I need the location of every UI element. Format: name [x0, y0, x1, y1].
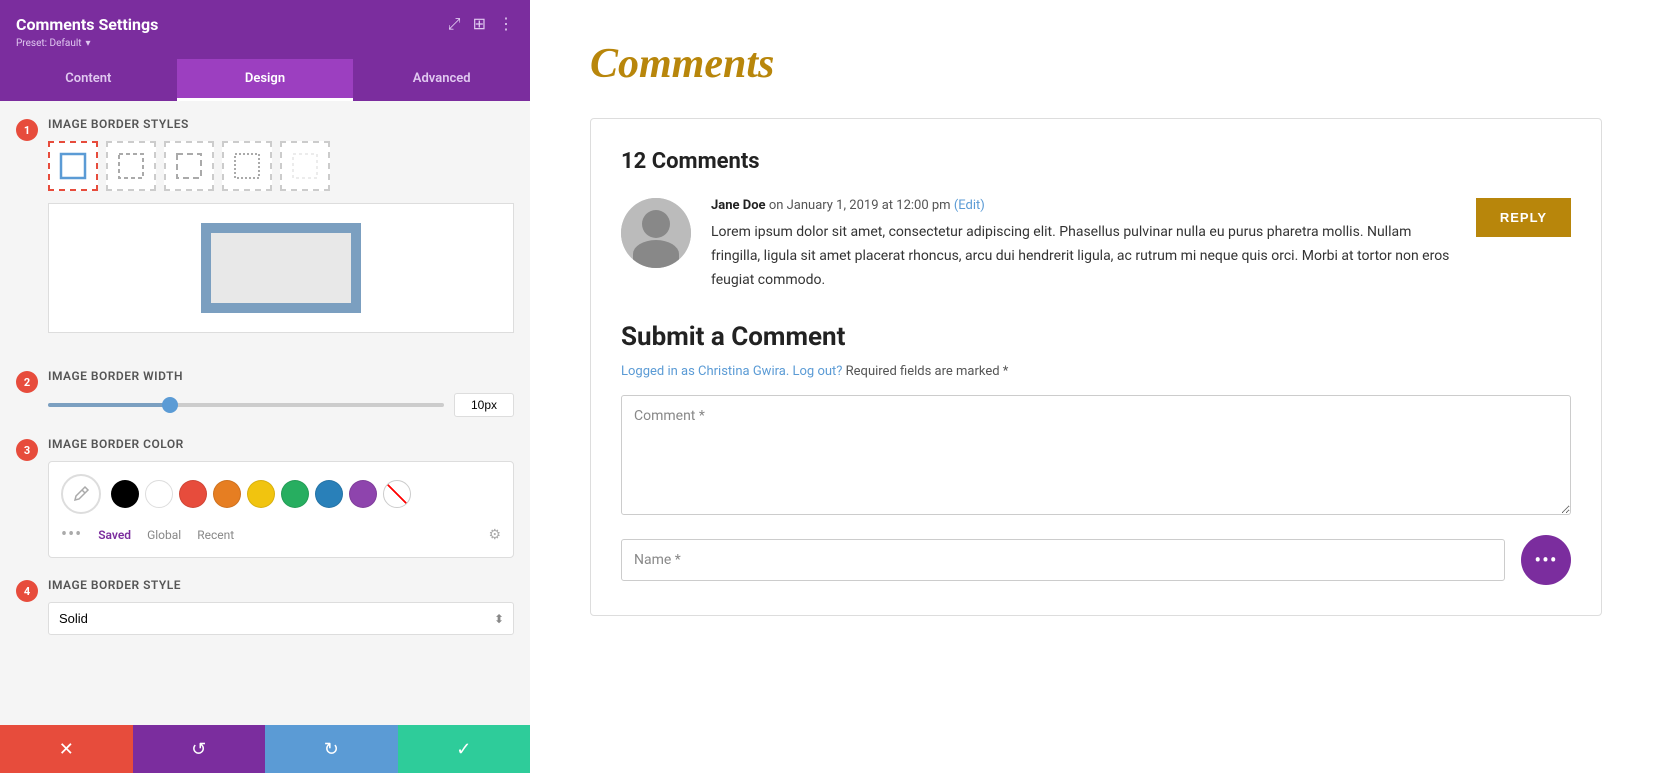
name-input-row: •••: [621, 535, 1571, 585]
color-tab-saved[interactable]: Saved: [98, 528, 131, 542]
color-picker: ••• Saved Global Recent ⚙: [48, 461, 514, 558]
logout-link[interactable]: Log out?: [793, 364, 843, 379]
border-color-section: 3 Image Border Color: [16, 437, 514, 558]
swatch-red[interactable]: [179, 480, 207, 508]
swatch-blue[interactable]: [315, 480, 343, 508]
border-width-slider-row: [48, 393, 514, 417]
reply-button[interactable]: REPLY: [1476, 198, 1571, 237]
color-gear-icon[interactable]: ⚙: [488, 527, 501, 543]
color-swatch-row: [61, 474, 501, 514]
border-styles-section: 1 Image Border Styles: [16, 117, 514, 349]
swatch-purple[interactable]: [349, 480, 377, 508]
color-tab-recent[interactable]: Recent: [197, 528, 234, 542]
logged-in-link[interactable]: Logged in as Christina Gwira.: [621, 364, 789, 379]
border-style-select[interactable]: Solid Dashed Dotted Double Groove Ridge …: [48, 602, 514, 635]
undo-button[interactable]: ↺: [133, 725, 266, 773]
submit-title: Submit a Comment: [621, 322, 1571, 352]
submit-comment-section: Submit a Comment Logged in as Christina …: [621, 322, 1571, 585]
avatar-silhouette: [621, 198, 691, 268]
border-preview: [48, 203, 514, 333]
panel-header-icons: ⤢ ⊞ ⋮: [448, 14, 514, 34]
border-style-section: 4 Image Border Style Solid Dashed Dotted…: [16, 578, 514, 635]
page-title: Comments: [590, 40, 1602, 88]
swatch-white[interactable]: [145, 480, 173, 508]
border-color-label: Image Border Color: [48, 437, 514, 451]
action-bar: ✕ ↺ ↻ ✓: [0, 725, 530, 773]
tab-content[interactable]: Content: [0, 59, 177, 101]
eyedropper-btn[interactable]: [61, 474, 101, 514]
border-style-label: Image Border Style: [48, 578, 514, 592]
dots-icon: •••: [1534, 548, 1557, 572]
border-style-solid[interactable]: [48, 141, 98, 191]
swatch-diagonal[interactable]: [383, 480, 411, 508]
comment-date: on January 1, 2019 at 12:00 pm: [769, 198, 951, 213]
comment-text: Lorem ipsum dolor sit amet, consectetur …: [711, 221, 1456, 292]
color-tab-global[interactable]: Global: [147, 528, 181, 542]
panel-header: Comments Settings ⤢ ⊞ ⋮ Preset: Default …: [0, 0, 530, 59]
color-swatches: [111, 480, 411, 508]
comment-meta: Jane Doe on January 1, 2019 at 12:00 pm …: [711, 198, 1456, 213]
tab-design[interactable]: Design: [177, 59, 354, 101]
color-more-dots[interactable]: •••: [61, 524, 82, 545]
border-style-dashed4[interactable]: [280, 141, 330, 191]
border-width-slider[interactable]: [48, 403, 444, 407]
tab-advanced[interactable]: Advanced: [353, 59, 530, 101]
section-number-4: 4: [16, 580, 38, 602]
columns-icon[interactable]: ⊞: [473, 14, 486, 34]
avatar: [621, 198, 691, 268]
settings-panel: Comments Settings ⤢ ⊞ ⋮ Preset: Default …: [0, 0, 530, 773]
preset-arrow[interactable]: ▾: [86, 38, 91, 49]
border-style-select-wrapper: Solid Dashed Dotted Double Groove Ridge …: [48, 602, 514, 635]
preview-image: [201, 223, 361, 313]
border-style-options: [48, 141, 514, 191]
border-styles-label: Image Border Styles: [48, 117, 514, 131]
border-style-dashed3[interactable]: [222, 141, 272, 191]
comment-item: Jane Doe on January 1, 2019 at 12:00 pm …: [621, 198, 1571, 292]
tabs-bar: Content Design Advanced: [0, 59, 530, 101]
border-style-dashed2[interactable]: [164, 141, 214, 191]
save-button[interactable]: ✓: [398, 725, 531, 773]
section-number-2: 2: [16, 371, 38, 393]
comment-body: Jane Doe on January 1, 2019 at 12:00 pm …: [711, 198, 1456, 292]
swatch-green[interactable]: [281, 480, 309, 508]
border-width-label: Image Border Width: [48, 369, 514, 383]
avatar-head: [642, 210, 670, 238]
expand-icon[interactable]: ⤢: [448, 14, 461, 34]
avatar-body: [633, 240, 679, 268]
comment-author: Jane Doe: [711, 198, 766, 213]
more-options-icon[interactable]: ⋮: [498, 14, 514, 34]
logged-in-text: Logged in as Christina Gwira. Log out? R…: [621, 364, 1571, 379]
required-notice: Required fields are marked *: [846, 364, 1009, 379]
border-style-dashed1[interactable]: [106, 141, 156, 191]
border-width-value[interactable]: [454, 393, 514, 417]
comments-container: 12 Comments Jane Doe on January 1, 2019 …: [590, 118, 1602, 616]
purple-dots-button[interactable]: •••: [1521, 535, 1571, 585]
preview-panel: Comments 12 Comments Jane Doe on January…: [530, 0, 1662, 773]
name-input[interactable]: [621, 539, 1505, 581]
border-width-section: 2 Image Border Width: [16, 369, 514, 417]
comments-count: 12 Comments: [621, 149, 1571, 174]
swatch-orange[interactable]: [213, 480, 241, 508]
preset-label: Preset: Default: [16, 38, 82, 49]
redo-button[interactable]: ↻: [265, 725, 398, 773]
swatch-yellow[interactable]: [247, 480, 275, 508]
section-number-1: 1: [16, 119, 38, 141]
panel-body: 1 Image Border Styles: [0, 101, 530, 725]
comment-textarea[interactable]: [621, 395, 1571, 515]
panel-title: Comments Settings: [16, 15, 158, 34]
edit-link[interactable]: (Edit): [954, 198, 985, 213]
section-number-3: 3: [16, 439, 38, 461]
cancel-button[interactable]: ✕: [0, 725, 133, 773]
swatch-black[interactable]: [111, 480, 139, 508]
